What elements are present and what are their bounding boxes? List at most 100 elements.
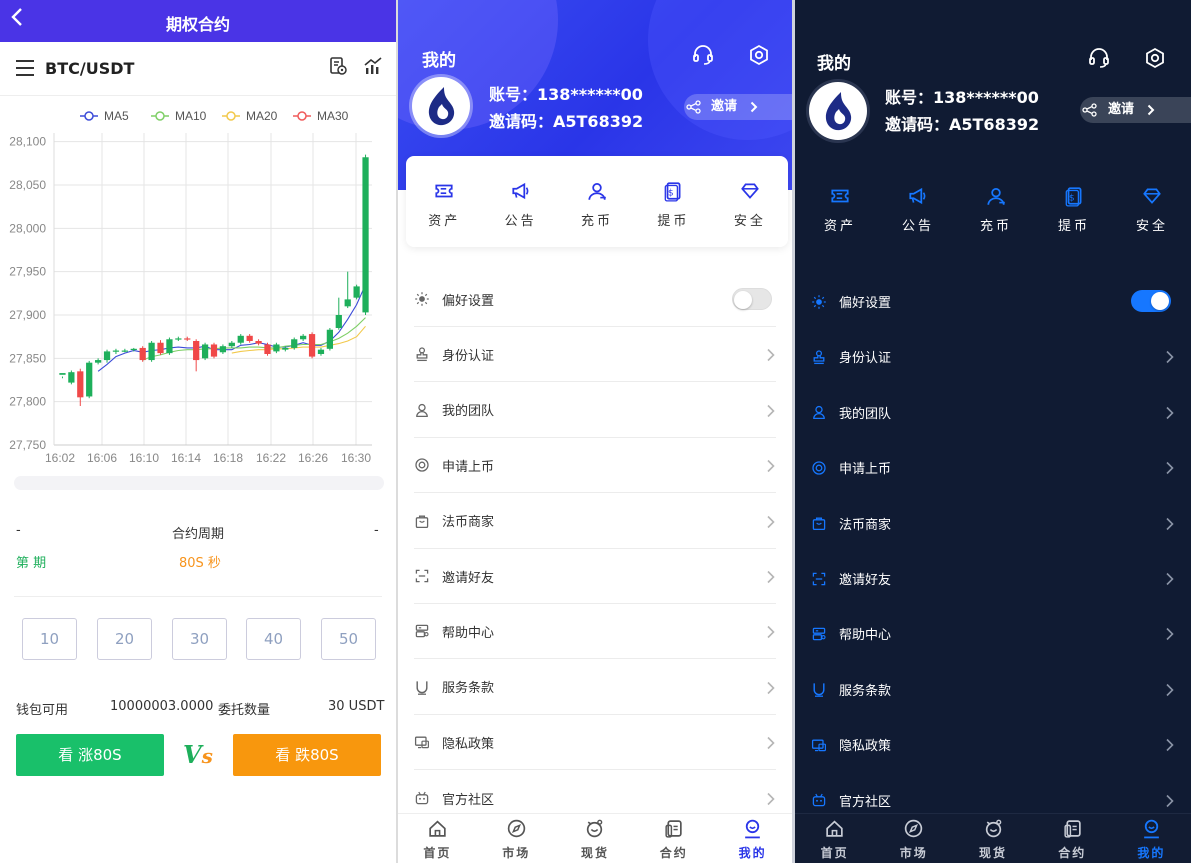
amount-option[interactable]: 10 (22, 618, 77, 660)
order-history-icon[interactable] (328, 56, 348, 76)
menu-item-scan[interactable]: 邀请好友 (811, 551, 1175, 606)
menu-item-person[interactable]: 我的团队 (811, 385, 1175, 440)
menu-item-coin[interactable]: 申请上币 (811, 440, 1175, 495)
nav-item-home[interactable]: 首页 (398, 814, 477, 863)
menu-item-server[interactable]: 帮助中心 (811, 606, 1175, 661)
invite-code: 邀请码：A5T68392 (489, 112, 644, 131)
candle-body (273, 344, 280, 352)
robot-icon (414, 790, 430, 806)
pair-label[interactable]: BTC/USDT (45, 59, 134, 78)
menu-item-scan[interactable]: 邀请好友 (414, 549, 776, 604)
menu-item-magnet[interactable]: 服务条款 (811, 662, 1175, 717)
quick-action-ticket[interactable]: 资产 (406, 180, 482, 229)
wallet-value: 10000003.0000 (110, 699, 214, 714)
avatar[interactable] (809, 82, 867, 140)
sun-icon (414, 291, 430, 307)
x-tick-label: 16:18 (213, 451, 243, 465)
nav-item-compass[interactable]: 市场 (874, 814, 953, 863)
customer-service-icon[interactable] (691, 43, 715, 67)
avatar[interactable] (412, 77, 470, 135)
nav-item-contract[interactable]: 合约 (634, 814, 713, 863)
preference-toggle[interactable] (732, 288, 772, 310)
contract-icon (1033, 818, 1112, 839)
quick-action-diamond[interactable]: 安全 (712, 180, 788, 229)
menu-item-label: 法币商家 (442, 515, 495, 531)
withdraw-icon: $ (1035, 185, 1113, 207)
preference-toggle[interactable] (1131, 290, 1171, 312)
kline-chart[interactable]: MA5 MA10 MA20 MA30 28,100 28,050 28,000 27,950 2… (0, 97, 396, 477)
candle-body (86, 362, 93, 397)
amount-option[interactable]: 40 (246, 618, 301, 660)
menu-item-label: 偏好设置 (839, 296, 892, 311)
menu-item-server[interactable]: 帮助中心 (414, 604, 776, 660)
invite-button[interactable]: 邀请 (1080, 97, 1191, 123)
menu-item-magnet[interactable]: 服务条款 (414, 660, 776, 715)
menu-item-screen[interactable]: 隐私政策 (414, 715, 776, 771)
menu-item-label: 服务条款 (839, 683, 892, 699)
menu-item-sun[interactable]: 偏好设置 (811, 274, 1175, 329)
candle-body (291, 339, 298, 348)
quick-action-megaphone[interactable]: 公告 (482, 180, 558, 229)
chart-indicator-icon[interactable] (363, 56, 383, 76)
quick-action-withdraw[interactable]: $ 提币 (1035, 185, 1113, 234)
menu-item-sun[interactable]: 偏好设置 (414, 272, 776, 327)
nav-item-mine[interactable]: 我的 (1112, 814, 1191, 863)
mine-icon (713, 818, 792, 839)
candle-body (130, 348, 137, 350)
magnet-icon (414, 679, 430, 695)
menu-item-stamp[interactable]: 身份认证 (811, 329, 1175, 384)
nav-item-mine[interactable]: 我的 (713, 814, 792, 863)
amount-option[interactable]: 30 (172, 618, 227, 660)
menu-item-coin[interactable]: 申请上币 (414, 438, 776, 494)
candle-body (317, 349, 325, 354)
quick-action-user[interactable]: 充币 (957, 185, 1035, 234)
buy-down-button[interactable]: 看 跌80S (233, 734, 381, 776)
bag-icon (811, 515, 827, 531)
menu-item-bag[interactable]: 法币商家 (811, 496, 1175, 551)
menu-item-screen[interactable]: 隐私政策 (811, 717, 1175, 772)
menu-item-stamp[interactable]: 身份认证 (414, 327, 776, 383)
customer-service-icon[interactable] (1087, 46, 1111, 70)
nav-item-label: 首页 (820, 846, 849, 860)
settings-gear-icon[interactable] (747, 43, 771, 67)
quick-action-ticket[interactable]: 资产 (801, 185, 879, 234)
amount-option[interactable]: 50 (321, 618, 376, 660)
vs-logo: Vs (183, 740, 213, 769)
y-tick-label: 28,050 (9, 178, 46, 192)
amount-option[interactable]: 20 (97, 618, 152, 660)
nav-item-compass[interactable]: 市场 (477, 814, 556, 863)
settings-gear-icon[interactable] (1143, 46, 1167, 70)
quick-action-user[interactable]: 充币 (559, 180, 635, 229)
nav-item-spot[interactable]: 现货 (556, 814, 635, 863)
candle-body (353, 286, 360, 298)
user-icon (957, 185, 1035, 207)
y-tick-label: 27,900 (9, 308, 46, 322)
menu-item-bag[interactable]: 法币商家 (414, 494, 776, 549)
chevron-right-icon (766, 735, 776, 750)
robot-icon (811, 792, 827, 808)
candle-body (157, 342, 164, 354)
buy-up-button[interactable]: 看 涨80S (16, 734, 164, 776)
y-tick-label: 27,850 (9, 351, 46, 365)
chevron-right-icon (1165, 682, 1175, 696)
nav-item-label: 合约 (1058, 846, 1087, 860)
invite-button[interactable]: 邀请 (684, 94, 792, 120)
nav-item-home[interactable]: 首页 (795, 814, 874, 863)
candle-body (255, 341, 262, 344)
quick-actions: 资产 公告 充币 $ 提币 安全 (801, 185, 1191, 234)
chevron-right-icon (1165, 571, 1175, 586)
candle-body (103, 351, 111, 361)
nav-item-contract[interactable]: 合约 (1033, 814, 1112, 863)
quick-action-withdraw[interactable]: $ 提币 (635, 180, 711, 229)
menu-item-person[interactable]: 我的团队 (414, 383, 776, 438)
legend-marker (297, 111, 307, 121)
quick-action-megaphone[interactable]: 公告 (879, 185, 957, 234)
candle-body (264, 344, 271, 354)
legend-label: MA20 (246, 109, 278, 123)
chevron-right-icon (1165, 516, 1175, 530)
hamburger-menu-icon[interactable] (16, 60, 34, 76)
quick-action-diamond[interactable]: 安全 (1113, 185, 1191, 234)
chart-zoom-slider[interactable] (14, 476, 384, 490)
candle-body (59, 373, 66, 375)
nav-item-spot[interactable]: 现货 (953, 814, 1032, 863)
